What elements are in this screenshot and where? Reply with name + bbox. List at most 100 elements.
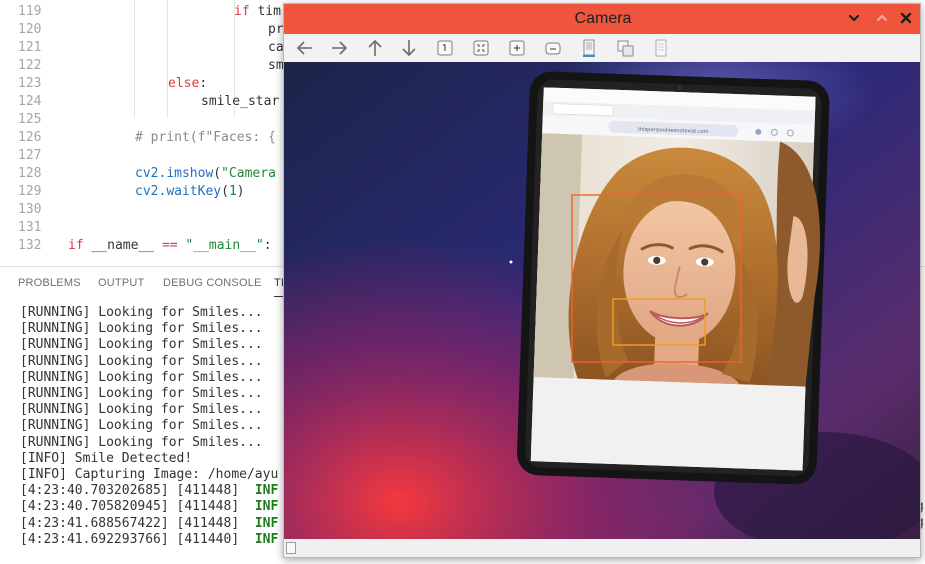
terminal-line-text: [RUNNING] Looking for Smiles...: [20, 402, 263, 418]
code-token: tim: [249, 4, 281, 19]
terminal-line: [INFO] Smile Detected!: [20, 451, 278, 467]
log-level-tag: INF: [254, 531, 279, 547]
terminal-line: [RUNNING] Looking for Smiles...: [20, 402, 278, 418]
terminal-line: [4:23:40.703202685] [411448] INF: [20, 483, 278, 499]
maximize-button[interactable]: [874, 10, 890, 26]
code-token: if: [234, 4, 250, 19]
code-text: smile_star: [201, 93, 279, 111]
code-token: 1: [228, 184, 237, 199]
terminal-line-text: [4:23:41.692293766] [411440]: [20, 531, 255, 547]
log-level-tag: INF: [254, 499, 279, 515]
terminal-line-text: [RUNNING] Looking for Smiles...: [20, 418, 263, 434]
terminal-line: [RUNNING] Looking for Smiles...: [20, 386, 278, 402]
terminal-line: [RUNNING] Looking for Smiles...: [20, 337, 278, 353]
pan-left-button[interactable]: [294, 37, 316, 59]
terminal-line-text: [RUNNING] Looking for Smiles...: [20, 353, 263, 369]
camera-frame-image: thispersondoesnotexist.com: [284, 62, 920, 539]
zoom-in-button[interactable]: [434, 37, 456, 59]
code-token: ): [236, 184, 245, 199]
terminal-line-text: [INFO] Capturing Image: /home/ayu: [20, 467, 279, 483]
terminal-line-text: [RUNNING] Looking for Smiles...: [20, 337, 263, 353]
code-text: else:: [168, 75, 207, 93]
code-token: smile_star: [201, 94, 280, 109]
line-number: 132: [18, 238, 42, 253]
terminal-line: [RUNNING] Looking for Smiles...: [20, 354, 278, 370]
tab-output[interactable]: OUTPUT: [98, 277, 144, 289]
code-token: if: [68, 238, 84, 253]
terminal-line: [RUNNING] Looking for Smiles...: [20, 370, 278, 386]
line-number: 124: [18, 94, 42, 109]
terminal-line: [RUNNING] Looking for Smiles...: [20, 305, 278, 321]
terminal-line-text: [INFO] Smile Detected!: [20, 450, 193, 466]
window-toolbar: [284, 34, 920, 62]
code-token: waitKey: [166, 184, 222, 199]
code-token: pr: [268, 22, 284, 37]
code-token: (: [221, 184, 229, 199]
line-number: 126: [18, 130, 42, 145]
properties-icon: [655, 39, 667, 57]
window-title: Camera: [574, 10, 632, 27]
code-token: (: [213, 166, 222, 181]
code-text: ca: [268, 39, 284, 57]
save-image-icon: [583, 39, 595, 57]
tab-debug-console[interactable]: DEBUG CONSOLE: [163, 277, 262, 289]
window-titlebar[interactable]: Camera: [284, 4, 920, 34]
terminal-line: [RUNNING] Looking for Smiles...: [20, 418, 278, 434]
zoom-out-button[interactable]: [506, 37, 528, 59]
code-text: cv2.imshow("Camera: [135, 165, 276, 183]
pan-up-button[interactable]: [364, 37, 386, 59]
arrow-left-icon: [296, 41, 312, 55]
line-number: 123: [18, 76, 42, 91]
copy-image-icon: [617, 40, 634, 57]
line-number: 129: [18, 184, 42, 199]
window-statusbar: [284, 539, 920, 557]
terminal-line: [INFO] Capturing Image: /home/ayu: [20, 467, 278, 483]
terminal-line: [RUNNING] Looking for Smiles...: [20, 435, 278, 451]
arrow-up-icon: [368, 39, 382, 56]
pan-down-button[interactable]: [398, 37, 420, 59]
code-token: "Camera: [221, 166, 276, 181]
line-number: 121: [18, 40, 42, 55]
terminal-line-text: [RUNNING] Looking for Smiles...: [20, 386, 263, 402]
line-number: 130: [18, 202, 42, 217]
log-level-tag: INF: [254, 483, 279, 499]
tab-problems[interactable]: PROBLEMS: [18, 277, 81, 289]
code-token: else: [168, 76, 200, 91]
zoom-fit-button[interactable]: [470, 37, 492, 59]
terminal-line: [RUNNING] Looking for Smiles...: [20, 321, 278, 337]
terminal-line-text: [RUNNING] Looking for Smiles...: [20, 369, 263, 385]
code-text: pr: [268, 21, 284, 39]
terminal-line-text: [RUNNING] Looking for Smiles...: [20, 321, 263, 337]
save-image-button[interactable]: [578, 37, 600, 59]
code-text: if tim: [234, 3, 281, 21]
code-token: sm: [268, 58, 284, 73]
line-number: 128: [18, 166, 42, 181]
line-number: 122: [18, 58, 42, 73]
status-indicator: [286, 542, 296, 554]
code-text: # print(f"Faces: {: [135, 129, 276, 147]
camera-window[interactable]: Camera thispersondoesnotexist.com: [283, 3, 921, 558]
zoom-original-button[interactable]: [542, 37, 564, 59]
terminal-output[interactable]: [RUNNING] Looking for Smiles... [RUNNING]…: [20, 305, 278, 548]
arrow-down-icon: [402, 40, 416, 57]
camera-feed: thispersondoesnotexist.com: [284, 62, 920, 539]
code-text: cv2.waitKey(1): [135, 183, 245, 201]
pan-right-button[interactable]: [328, 37, 350, 59]
copy-image-button[interactable]: [614, 37, 636, 59]
close-button[interactable]: [898, 10, 914, 26]
terminal-line: [4:23:40.705820945] [411448] INF: [20, 499, 278, 515]
code-token: ca: [268, 40, 284, 55]
zoom-original-icon: [545, 42, 561, 55]
terminal-line-text: [RUNNING] Looking for Smiles...: [20, 434, 263, 450]
minimize-button[interactable]: [846, 10, 862, 26]
zoom-out-icon: [509, 40, 525, 56]
code-token: :: [199, 76, 208, 91]
arrow-right-icon: [332, 41, 348, 55]
terminal-line: [4:23:41.688567422] [411448] INF: [20, 516, 278, 532]
code-token: cv2.: [135, 184, 167, 199]
terminal-line-text: [4:23:40.705820945] [411448]: [20, 499, 255, 515]
chevron-up-icon: [876, 14, 888, 22]
zoom-in-icon: [437, 40, 453, 56]
chevron-down-icon: [848, 14, 860, 22]
properties-button[interactable]: [650, 37, 672, 59]
